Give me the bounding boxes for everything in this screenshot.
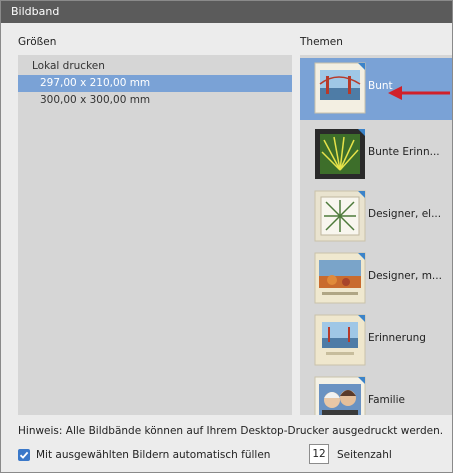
theme-item-familie[interactable]: Familie — [300, 372, 452, 415]
theme-item-designer-m[interactable]: Designer, m... — [300, 248, 452, 310]
theme-thumbnail-bunt — [314, 62, 366, 114]
size-option-300x300[interactable]: 300,00 x 300,00 mm — [18, 92, 292, 109]
checkmark-icon — [19, 451, 29, 459]
theme-item-designer-el[interactable]: Designer, el... — [300, 186, 452, 248]
autofill-checkbox[interactable] — [18, 449, 30, 461]
theme-item-erinnerung[interactable]: Erinnerung — [300, 310, 452, 372]
page-count-label: Seitenzahl — [337, 449, 392, 461]
sizes-heading: Größen — [18, 36, 57, 48]
red-arrow-annotation — [388, 86, 450, 100]
theme-item-bunte-erinnerung[interactable]: Bunte Erinn... — [300, 124, 452, 186]
theme-label: Designer, el... — [368, 208, 442, 220]
theme-label: Erinnerung — [368, 332, 426, 344]
sizes-list[interactable]: Lokal drucken 297,00 x 210,00 mm 300,00 … — [18, 55, 292, 415]
theme-label: Familie — [368, 394, 405, 406]
themes-heading: Themen — [300, 36, 343, 48]
autofill-label[interactable]: Mit ausgewählten Bildern automatisch fül… — [36, 449, 270, 461]
theme-thumbnail-familie — [314, 376, 366, 415]
theme-thumbnail-designer-m — [314, 252, 366, 304]
theme-thumbnail-designer-el — [314, 190, 366, 242]
themes-list[interactable]: Bunt Bunte Erinn... Designer, el... Desi… — [300, 55, 452, 415]
size-option-297x210[interactable]: 297,00 x 210,00 mm — [18, 75, 292, 92]
hint-text: Hinweis: Alle Bildbände können auf Ihrem… — [18, 425, 444, 437]
size-group-local-print: Lokal drucken — [32, 60, 105, 72]
theme-label: Designer, m... — [368, 270, 442, 282]
theme-label: Bunte Erinn... — [368, 146, 440, 158]
theme-thumbnail-erinnerung — [314, 314, 366, 366]
page-count-input[interactable]: 12 — [309, 444, 329, 464]
theme-thumbnail-bunte-erinnerung — [315, 129, 365, 179]
window-title: Bildband — [1, 1, 452, 23]
